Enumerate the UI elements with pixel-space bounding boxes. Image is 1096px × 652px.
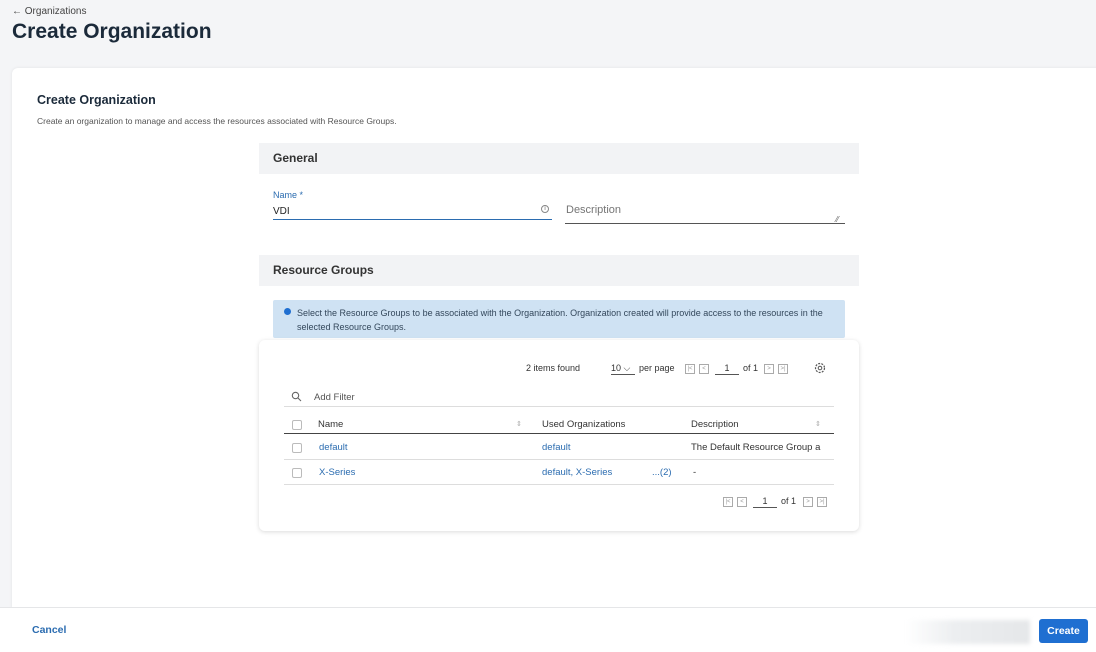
general-section-header: General (259, 143, 859, 174)
resize-grip-icon[interactable]: ⁄⁄ (836, 215, 839, 224)
bottom-first-page-icon[interactable]: |< (723, 497, 733, 507)
footer-bar: Cancel Create (0, 607, 1096, 652)
prev-page-icon[interactable]: < (699, 364, 709, 374)
row-used-orgs-more-link[interactable]: ...(2) (652, 467, 672, 478)
info-icon: i (541, 205, 549, 213)
resource-groups-section-title: Resource Groups (273, 263, 374, 277)
filter-divider (284, 406, 834, 407)
per-page-label: per page (639, 363, 675, 373)
row-name-link[interactable]: default (319, 442, 348, 453)
table-row: default default The Default Resource Gro… (284, 435, 834, 460)
per-page-select[interactable]: 10 ⌵ (611, 361, 635, 375)
page-of-label: of 1 (743, 363, 759, 373)
sort-name-icon[interactable]: ⇕ (516, 420, 522, 428)
table-header: Name ⇕ Used Organizations Description ⇕ (284, 416, 834, 434)
description-field[interactable] (565, 204, 845, 224)
blurred-region (905, 620, 1030, 644)
bottom-last-page-icon[interactable]: >| (817, 497, 827, 507)
bottom-next-page-icon[interactable]: > (803, 497, 813, 507)
info-banner: Select the Resource Groups to be associa… (273, 300, 845, 338)
next-page-icon[interactable]: > (764, 364, 774, 374)
sort-description-icon[interactable]: ⇕ (815, 420, 821, 428)
bottom-page-number-input[interactable]: 1 (753, 494, 777, 508)
bottom-page-of-label: of 1 (781, 496, 797, 506)
row-checkbox[interactable] (292, 468, 302, 478)
column-header-used-organizations: Used Organizations (542, 419, 626, 430)
column-header-description[interactable]: Description (691, 419, 739, 430)
search-icon (291, 391, 302, 402)
form-card: Create Organization Create an organizati… (12, 68, 1096, 608)
gear-icon[interactable] (813, 361, 827, 375)
back-to-organizations-link[interactable]: ← Organizations (12, 6, 86, 17)
select-all-checkbox[interactable] (292, 420, 302, 430)
cancel-button[interactable]: Cancel (32, 624, 66, 636)
table-row: X-Series default, X-Series ...(2) - (284, 460, 834, 485)
info-banner-text: Select the Resource Groups to be associa… (297, 308, 823, 332)
name-field[interactable] (273, 204, 552, 220)
page-number-input[interactable]: 1 (715, 361, 739, 375)
row-used-orgs-link[interactable]: default (542, 442, 571, 453)
first-page-icon[interactable]: |< (685, 364, 695, 374)
row-checkbox[interactable] (292, 443, 302, 453)
row-name-link[interactable]: X-Series (319, 467, 355, 478)
items-found-count: 2 items found (526, 363, 581, 373)
row-description: The Default Resource Group a (691, 442, 821, 453)
name-field-label: Name * (273, 190, 304, 200)
column-header-name[interactable]: Name (318, 419, 343, 430)
create-button[interactable]: Create (1039, 619, 1088, 643)
general-section-title: General (273, 151, 318, 165)
form-subtitle: Create an organization to manage and acc… (37, 116, 397, 126)
resource-groups-table-card: 2 items found 10 ⌵ per page |< < 1 of 1 … (259, 340, 859, 531)
bottom-prev-page-icon[interactable]: < (737, 497, 747, 507)
last-page-icon[interactable]: >| (778, 364, 788, 374)
resource-groups-section-header: Resource Groups (259, 255, 859, 286)
row-used-orgs-link[interactable]: default, X-Series (542, 467, 612, 478)
add-filter-input[interactable]: Add Filter (314, 392, 355, 403)
page-title: Create Organization (12, 20, 212, 43)
row-description: - (693, 467, 697, 478)
info-dot-icon (284, 308, 291, 315)
form-title: Create Organization (37, 93, 156, 107)
